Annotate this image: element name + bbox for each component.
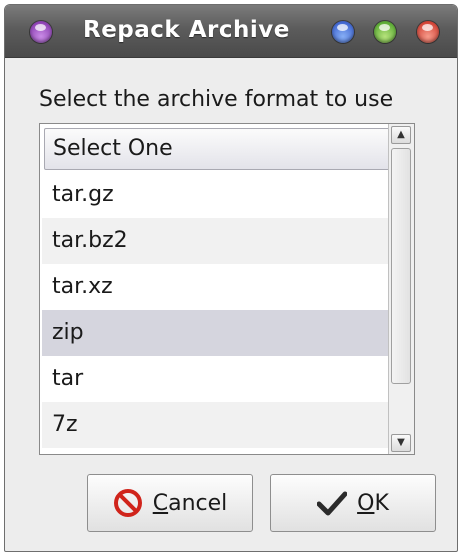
list-item[interactable]: tar: [42, 356, 408, 402]
scroll-down-arrow-icon[interactable]: ▼: [391, 434, 411, 452]
scroll-up-arrow-icon[interactable]: ▲: [391, 126, 411, 144]
window-title: Repack Archive: [83, 17, 290, 43]
list-item[interactable]: tar.xz: [42, 264, 408, 310]
format-list: Select One tar.gz tar.bz2 tar.xz zip tar…: [40, 124, 410, 454]
list-item[interactable]: tar.gz: [42, 172, 408, 218]
ok-button[interactable]: OK: [270, 474, 436, 532]
cancel-button[interactable]: Cancel: [87, 474, 253, 532]
list-header-option[interactable]: Select One: [44, 128, 406, 170]
list-scrollbar[interactable]: ▲ ▼: [388, 124, 414, 454]
window-menu-button[interactable]: [30, 21, 52, 43]
checkmark-icon: [317, 491, 348, 516]
cancel-button-label: Cancel: [152, 490, 228, 516]
list-item-selected[interactable]: zip: [42, 310, 408, 356]
format-listbox[interactable]: Select One tar.gz tar.bz2 tar.xz zip tar…: [39, 123, 415, 455]
list-item[interactable]: 7z: [42, 402, 408, 448]
scroll-thumb[interactable]: [391, 148, 411, 384]
format-prompt-label: Select the archive format to use: [39, 87, 394, 112]
cancel-icon: [113, 489, 142, 517]
maximize-button[interactable]: [374, 21, 396, 43]
close-button[interactable]: [417, 21, 439, 43]
minimize-button[interactable]: [332, 21, 354, 43]
title-bar[interactable]: Repack Archive: [5, 5, 457, 58]
ok-button-label: OK: [357, 490, 389, 516]
repack-archive-dialog: Repack Archive Select the archive format…: [4, 4, 458, 552]
list-item[interactable]: tar.bz2: [42, 218, 408, 264]
